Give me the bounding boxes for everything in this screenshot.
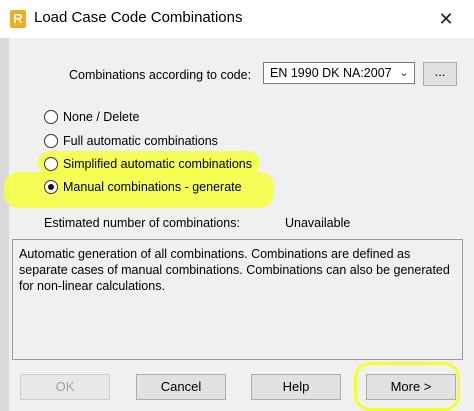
code-select-value: EN 1990 DK NA:2007	[270, 66, 392, 80]
chevron-down-icon[interactable]: ⌄	[397, 65, 411, 81]
radio-label: Full automatic combinations	[63, 134, 218, 148]
radio-button[interactable]	[44, 134, 58, 148]
estimate-label: Estimated number of combinations:	[44, 216, 240, 230]
title-bar: R Load Case Code Combinations ✕	[0, 0, 474, 38]
description-box: Automatic generation of all combinations…	[12, 239, 463, 360]
code-label: Combinations according to code:	[69, 68, 252, 82]
ok-button[interactable]: OK	[20, 374, 110, 400]
estimate-value: Unavailable	[285, 216, 351, 230]
radio-button[interactable]	[44, 110, 58, 124]
highlight-circle	[354, 362, 460, 411]
radio-label: Manual combinations - generate	[63, 180, 242, 194]
cancel-button[interactable]: Cancel	[136, 374, 226, 400]
window-title: Load Case Code Combinations	[34, 9, 243, 26]
window-edge	[0, 38, 9, 411]
radio-label: Simplified automatic combinations	[63, 157, 252, 171]
radio-label: None / Delete	[63, 110, 140, 124]
close-icon[interactable]: ✕	[432, 5, 460, 33]
radio-button-checked[interactable]	[44, 180, 58, 194]
radio-button[interactable]	[44, 157, 58, 171]
app-logo-icon: R	[10, 10, 26, 28]
browse-code-button[interactable]: ...	[423, 62, 457, 86]
help-button[interactable]: Help	[251, 374, 341, 400]
description-text: Automatic generation of all combinations…	[19, 247, 450, 293]
code-select[interactable]: EN 1990 DK NA:2007 ⌄	[263, 62, 415, 84]
